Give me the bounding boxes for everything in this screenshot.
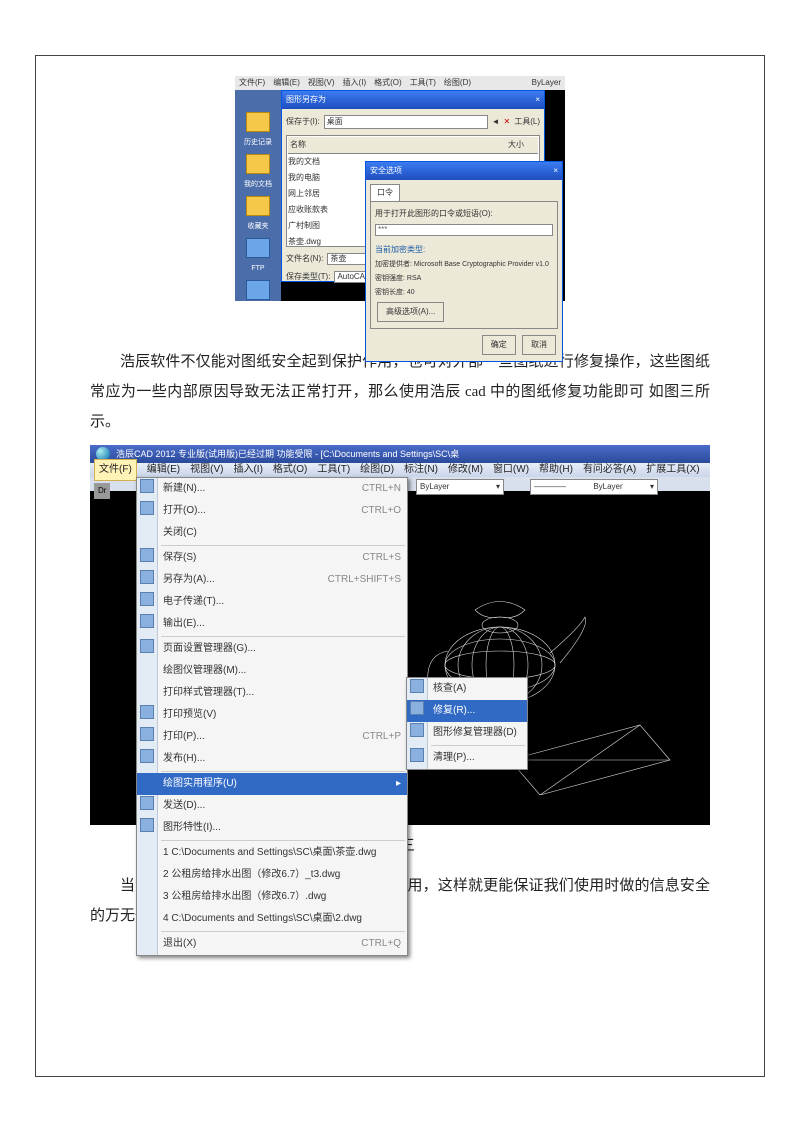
dialog-title: 安全选项× xyxy=(366,162,562,180)
menu-dimension[interactable]: 标注(N) xyxy=(404,460,438,480)
export-icon xyxy=(140,614,154,628)
menu-item[interactable]: 发布(H)... xyxy=(137,748,407,770)
menu-item[interactable]: 打印样式管理器(T)... xyxy=(137,682,407,704)
cancel-button[interactable]: 取消 xyxy=(522,335,556,355)
utilities-submenu: 核查(A)修复(R)...图形修复管理器(D) 清理(P)... xyxy=(406,677,528,770)
audit-icon xyxy=(410,679,424,693)
menu-modify[interactable]: 修改(M) xyxy=(448,460,483,480)
figure-2-screenshot: 文件(F)编辑(E)视图(V)插入(I)格式(O)工具(T)绘图(D) ByLa… xyxy=(235,76,565,301)
submenu-item[interactable]: 核查(A) xyxy=(407,678,527,700)
menu-file[interactable]: 文件(F) xyxy=(94,459,137,481)
password-input[interactable]: *** xyxy=(375,224,553,236)
ftp-icon xyxy=(246,238,270,258)
purge-icon xyxy=(410,748,424,762)
folder-icon xyxy=(246,112,270,132)
places-panel: 历史记录 我的文档 收藏夹 FTP 最近文件夹 xyxy=(235,90,281,301)
figure-3-screenshot: 浩辰CAD 2012 专业版(试用版)已经过期 功能受限 - [C:\Docum… xyxy=(90,445,710,825)
star-icon xyxy=(246,196,270,216)
menu-item[interactable]: 2 公租房给排水出图（修改6.7）_t3.dwg xyxy=(137,864,407,886)
menubar: 文件(F)编辑(E)视图(V)插入(I)格式(O)工具(T)绘图(D) ByLa… xyxy=(235,76,565,90)
page-icon xyxy=(140,479,154,493)
print-icon xyxy=(140,727,154,741)
menu-item[interactable]: 图形特性(I)... xyxy=(137,817,407,839)
menu-item[interactable]: 退出(X)CTRL+Q xyxy=(137,933,407,955)
drawing-tab[interactable]: Dr xyxy=(94,483,110,499)
pack-icon xyxy=(140,592,154,606)
tab-password[interactable]: 口令 xyxy=(370,184,400,202)
bylayer-combo[interactable]: ByLayer▾ xyxy=(416,479,504,495)
menu-item[interactable]: 打开(O)...CTRL+O xyxy=(137,500,407,522)
folder-icon xyxy=(140,501,154,515)
close-icon[interactable]: × xyxy=(535,92,540,108)
folder-icon xyxy=(246,154,270,174)
close-icon[interactable]: × xyxy=(553,163,558,179)
submenu-item[interactable]: 修复(R)... xyxy=(407,700,527,722)
prop-icon xyxy=(140,818,154,832)
mail-icon xyxy=(140,796,154,810)
chevron-down-icon: ▾ xyxy=(496,479,500,495)
menu-help[interactable]: 帮助(H) xyxy=(539,460,573,480)
lookin-combo[interactable]: 桌面 xyxy=(324,115,488,129)
pub-icon xyxy=(140,749,154,763)
menu-item[interactable]: 保存(S)CTRL+S xyxy=(137,547,407,569)
menu-item[interactable]: 打印预览(V) xyxy=(137,704,407,726)
menu-item[interactable]: 关闭(C) xyxy=(137,522,407,544)
bylayer-combo: ByLayer xyxy=(532,75,561,91)
menu-item[interactable]: 输出(E)... xyxy=(137,613,407,635)
menu-item[interactable]: 1 C:\Documents and Settings\SC\桌面\茶壶.dwg xyxy=(137,842,407,864)
pgset-icon xyxy=(140,639,154,653)
menu-item[interactable]: 新建(N)...CTRL+N xyxy=(137,478,407,500)
menubar: 文件(F) 编辑(E) 视图(V) 插入(I) 格式(O) 工具(T) 绘图(D… xyxy=(90,463,710,477)
ok-button[interactable]: 确定 xyxy=(482,335,516,355)
submenu-item[interactable]: 图形修复管理器(D) xyxy=(407,722,527,744)
file-menu: 新建(N)...CTRL+N打开(O)...CTRL+O关闭(C) 保存(S)CT… xyxy=(136,477,408,956)
preview-icon xyxy=(140,705,154,719)
menu-item[interactable]: 打印(P)...CTRL+P xyxy=(137,726,407,748)
menu-item[interactable]: 绘图实用程序(U)▸ xyxy=(137,773,407,795)
menu-item[interactable]: 电子传递(T)... xyxy=(137,591,407,613)
security-options-dialog: 安全选项× 口令 用于打开此图形的口令或短语(O): *** 当前加密类型: 加… xyxy=(365,161,563,362)
submenu-item[interactable]: 清理(P)... xyxy=(407,747,527,769)
advanced-button[interactable]: 高级选项(A)... xyxy=(377,302,444,322)
menu-item[interactable]: 发送(D)... xyxy=(137,795,407,817)
disk2-icon xyxy=(140,570,154,584)
menu-item[interactable]: 4 C:\Documents and Settings\SC\桌面\2.dwg xyxy=(137,908,407,930)
delete-icon[interactable]: ✕ xyxy=(504,114,511,130)
menu-item[interactable]: 绘图仪管理器(M)... xyxy=(137,660,407,682)
chevron-down-icon: ▾ xyxy=(650,479,654,495)
bylayer-combo[interactable]: ———— ByLayer▾ xyxy=(530,479,658,495)
menu-item[interactable]: 另存为(A)...CTRL+SHIFT+S xyxy=(137,569,407,591)
recover-icon xyxy=(410,701,424,715)
dialog-title: 图形另存为× xyxy=(282,91,544,109)
menu-item[interactable]: 3 公租房给排水出图（修改6.7）.dwg xyxy=(137,886,407,908)
back-icon[interactable]: ◄ xyxy=(492,114,500,130)
menu-window[interactable]: 窗口(W) xyxy=(493,460,529,480)
menu-qa[interactable]: 有问必答(A) xyxy=(583,460,636,480)
menu-item[interactable]: 页面设置管理器(G)... xyxy=(137,638,407,660)
menu-ext[interactable]: 扩展工具(X) xyxy=(646,460,699,480)
recent-icon xyxy=(246,280,270,300)
disk-icon xyxy=(140,548,154,562)
mgr-icon xyxy=(410,723,424,737)
